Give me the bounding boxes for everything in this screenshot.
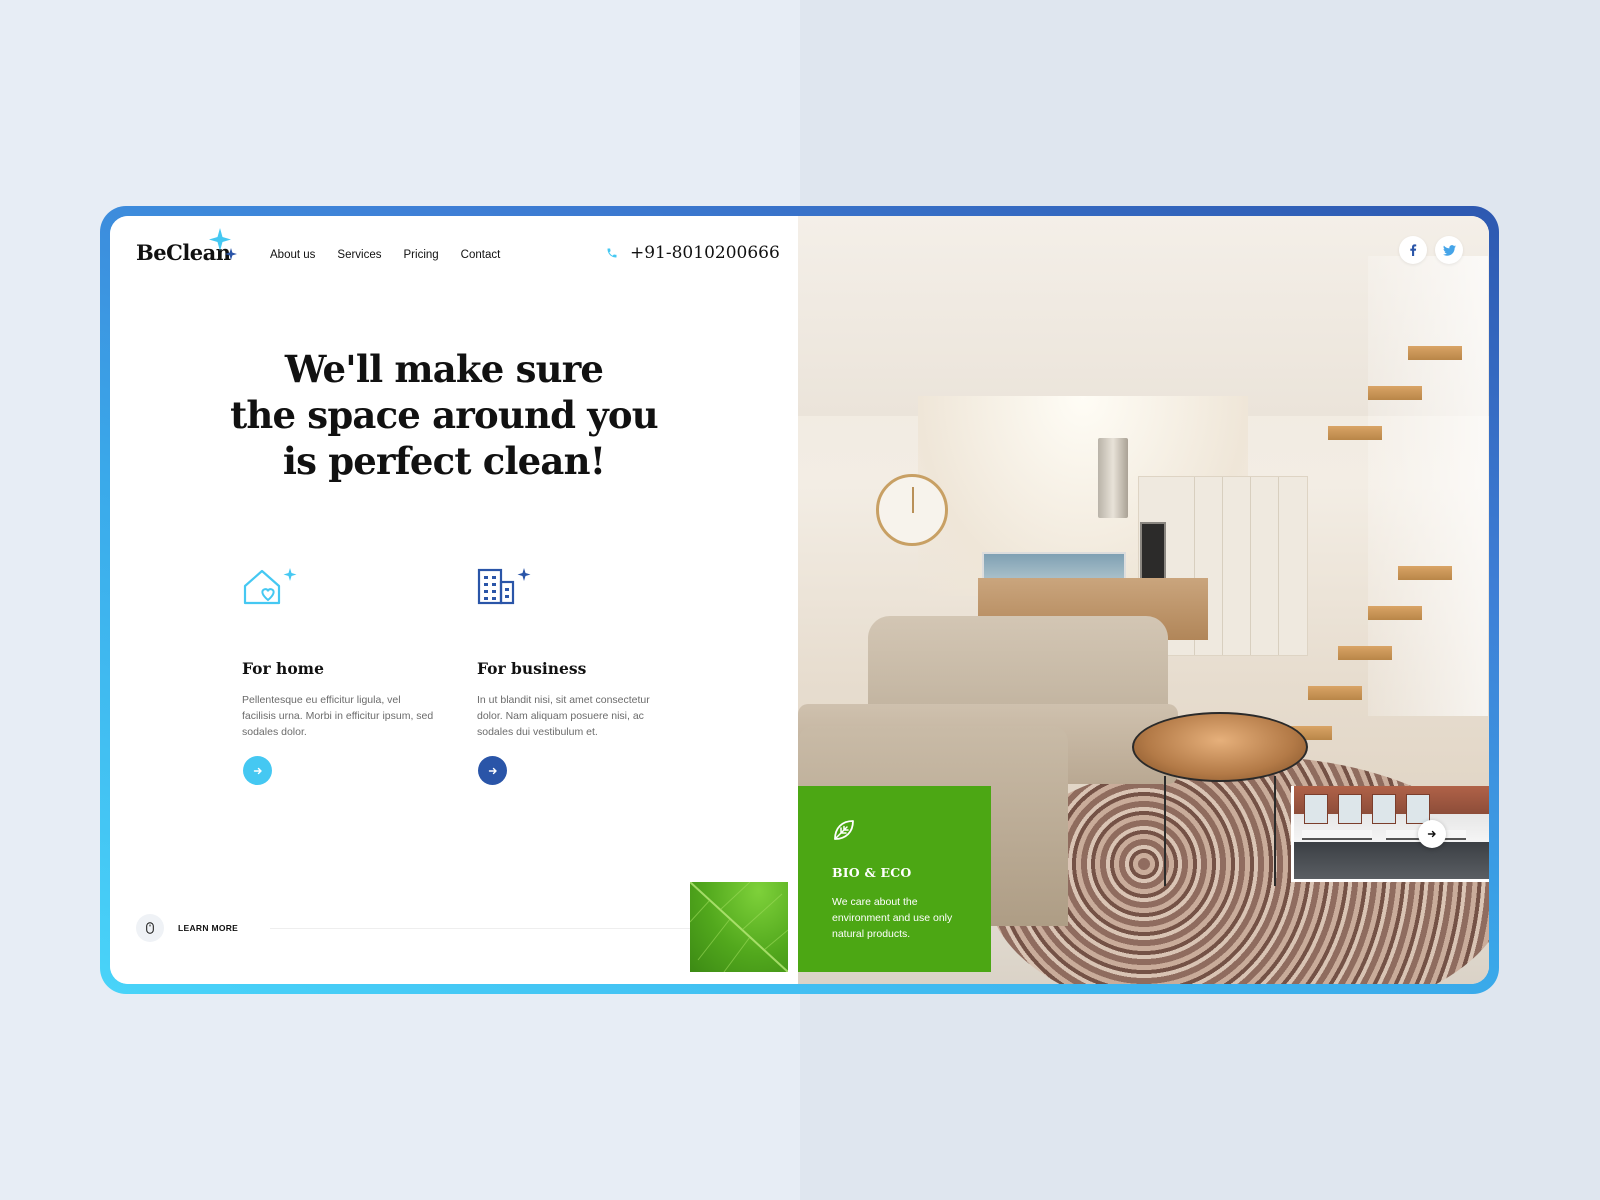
office-window: [1372, 794, 1396, 824]
learn-more-label: LEARN MORE: [178, 923, 239, 933]
hero-title-line: the space around you: [230, 393, 659, 437]
photo-window: [982, 552, 1126, 580]
phone-icon: [607, 248, 617, 258]
facebook-icon: [1410, 244, 1417, 256]
photo-coffee-table: [1132, 712, 1308, 782]
nav-item-services[interactable]: Services: [337, 249, 381, 261]
hero-title: We'll make sure the space around you is …: [220, 346, 668, 484]
home-more-button[interactable]: [243, 756, 272, 785]
next-slide-button[interactable]: [1418, 820, 1446, 848]
photo-range-hood: [1098, 438, 1128, 518]
arrow-right-icon: [488, 767, 497, 774]
service-card-business: For business In ut blandit nisi, sit ame…: [477, 566, 677, 785]
card-description: In ut blandit nisi, sit amet consectetur…: [477, 694, 650, 738]
twitter-icon: [1442, 244, 1456, 256]
leaf-icon: [834, 820, 854, 840]
facebook-link[interactable]: [1399, 236, 1427, 264]
landing-page: BeClean About us Services Pricing Contac…: [110, 216, 1489, 984]
office-building-icon: [477, 568, 531, 605]
eco-description: We care about the environment and use on…: [832, 896, 953, 940]
left-panel: BeClean About us Services Pricing Contac…: [110, 216, 798, 984]
eco-title: BIO & ECO: [832, 865, 912, 880]
social-links: [1399, 236, 1463, 264]
arrow-right-icon: [1427, 830, 1436, 838]
photo-oven: [1140, 522, 1166, 582]
arrow-right-icon: [253, 767, 262, 774]
twitter-link[interactable]: [1435, 236, 1463, 264]
service-card-home: For home Pellentesque eu efficitur ligul…: [242, 566, 442, 785]
business-more-button[interactable]: [478, 756, 507, 785]
divider-line: [270, 928, 690, 929]
main-nav: About us Services Pricing Contact: [270, 249, 500, 261]
nav-item-pricing[interactable]: Pricing: [404, 249, 439, 261]
office-window: [1338, 794, 1362, 824]
hero-title-line: We'll make sure: [284, 347, 604, 391]
nav-item-contact[interactable]: Contact: [461, 249, 501, 261]
card-title: For business: [477, 659, 587, 678]
photo-wall-clock: [876, 474, 948, 546]
nav-item-about[interactable]: About us: [270, 249, 315, 261]
phone-contact[interactable]: +91-8010200666: [606, 243, 780, 263]
house-heart-icon: [243, 568, 297, 605]
leaf-image: [690, 882, 788, 972]
browser-frame: BeClean About us Services Pricing Contac…: [100, 206, 1499, 994]
office-window: [1406, 794, 1430, 824]
office-thumbnail[interactable]: [1291, 786, 1489, 882]
mouse-icon-wrap: [136, 914, 164, 942]
learn-more-link[interactable]: LEARN MORE: [136, 914, 238, 942]
eco-panel: BIO & ECO We care about the environment …: [798, 786, 991, 972]
hero-title-line: is perfect clean!: [282, 439, 606, 483]
card-title: For home: [242, 659, 324, 678]
office-window: [1304, 794, 1328, 824]
phone-number[interactable]: +91-8010200666: [630, 243, 780, 263]
office-desk: [1302, 830, 1372, 840]
right-panel: BIO & ECO We care about the environment …: [798, 216, 1489, 984]
card-description: Pellentesque eu efficitur ligula, vel fa…: [242, 694, 434, 738]
mouse-icon: [146, 922, 154, 934]
sparkle-icon: [209, 228, 237, 260]
leaf-vein-graphic: [690, 882, 788, 972]
photo-stairs: [1268, 336, 1489, 776]
photo-table-legs: [1164, 776, 1276, 886]
